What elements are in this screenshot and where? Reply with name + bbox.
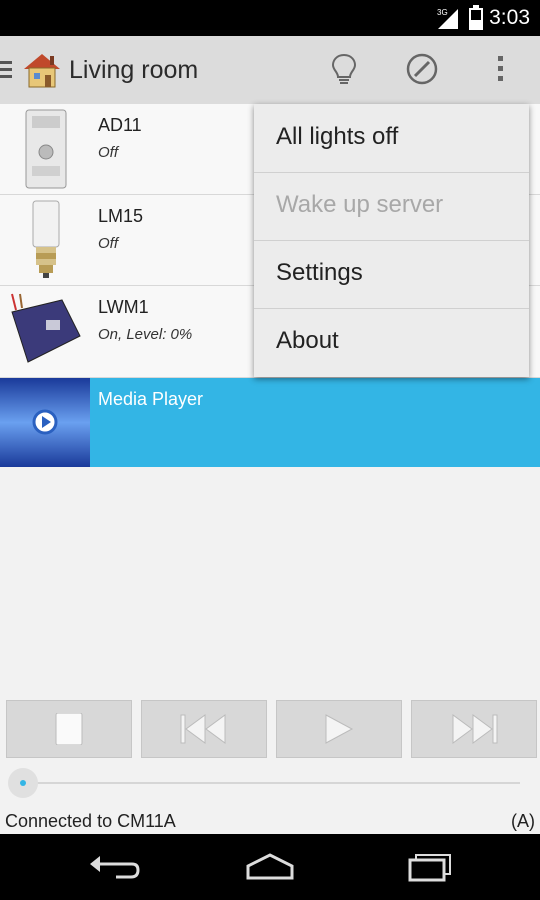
- stop-button[interactable]: [6, 700, 132, 758]
- back-icon[interactable]: [86, 852, 142, 882]
- menu-item-wake-up-server: Wake up server: [254, 172, 529, 241]
- navigation-bar: [0, 834, 540, 900]
- device-name: Media Player: [98, 389, 204, 409]
- menu-item-label: Settings: [276, 259, 363, 286]
- signal-icon: 3G: [437, 8, 458, 29]
- device-status: Off: [98, 144, 119, 161]
- device-name: AD11: [98, 115, 142, 135]
- stop-icon: [55, 713, 83, 745]
- previous-icon: [180, 714, 226, 744]
- play-icon: [325, 714, 354, 744]
- connection-status: Connected to CM11A: [5, 811, 176, 831]
- recents-icon[interactable]: [400, 852, 456, 882]
- next-button[interactable]: [411, 700, 537, 758]
- menu-item-about[interactable]: About: [254, 308, 529, 376]
- home-nav-icon[interactable]: [242, 852, 298, 882]
- disable-icon[interactable]: [405, 52, 439, 86]
- device-status: On, Level: 0%: [98, 326, 193, 343]
- lamp-socket-icon: [32, 200, 60, 278]
- battery-icon: [469, 5, 483, 30]
- status-bar: 3G 3:03: [0, 0, 540, 36]
- list-item-selected[interactable]: Media Player: [0, 378, 540, 467]
- lightbulb-icon[interactable]: [327, 52, 361, 86]
- menu-item-label: All lights off: [276, 123, 399, 150]
- menu-item-settings[interactable]: Settings: [254, 240, 529, 309]
- wall-dimmer-module-icon: [11, 293, 81, 363]
- overflow-menu-icon[interactable]: [484, 52, 518, 86]
- previous-button[interactable]: [141, 700, 267, 758]
- menu-item-all-lights-off[interactable]: All lights off: [254, 104, 529, 173]
- device-name: LWM1: [98, 297, 149, 317]
- menu-item-label: About: [276, 327, 339, 354]
- page-title: Living room: [69, 56, 199, 84]
- device-name: LM15: [98, 206, 144, 226]
- device-status: Off: [98, 235, 119, 252]
- overflow-menu: All lights off Wake up server Settings A…: [254, 104, 529, 377]
- clock: 3:03: [489, 6, 530, 29]
- mode-indicator: (A): [511, 811, 535, 831]
- next-icon: [452, 714, 498, 744]
- network-type: 3G: [437, 8, 448, 17]
- play-button[interactable]: [276, 700, 402, 758]
- seek-bar[interactable]: [6, 766, 524, 800]
- media-player-icon: [0, 378, 90, 467]
- menu-item-label: Wake up server: [276, 191, 444, 218]
- home-icon[interactable]: [22, 51, 62, 89]
- din-rail-module-icon: [25, 109, 67, 189]
- drawer-icon[interactable]: [0, 58, 14, 82]
